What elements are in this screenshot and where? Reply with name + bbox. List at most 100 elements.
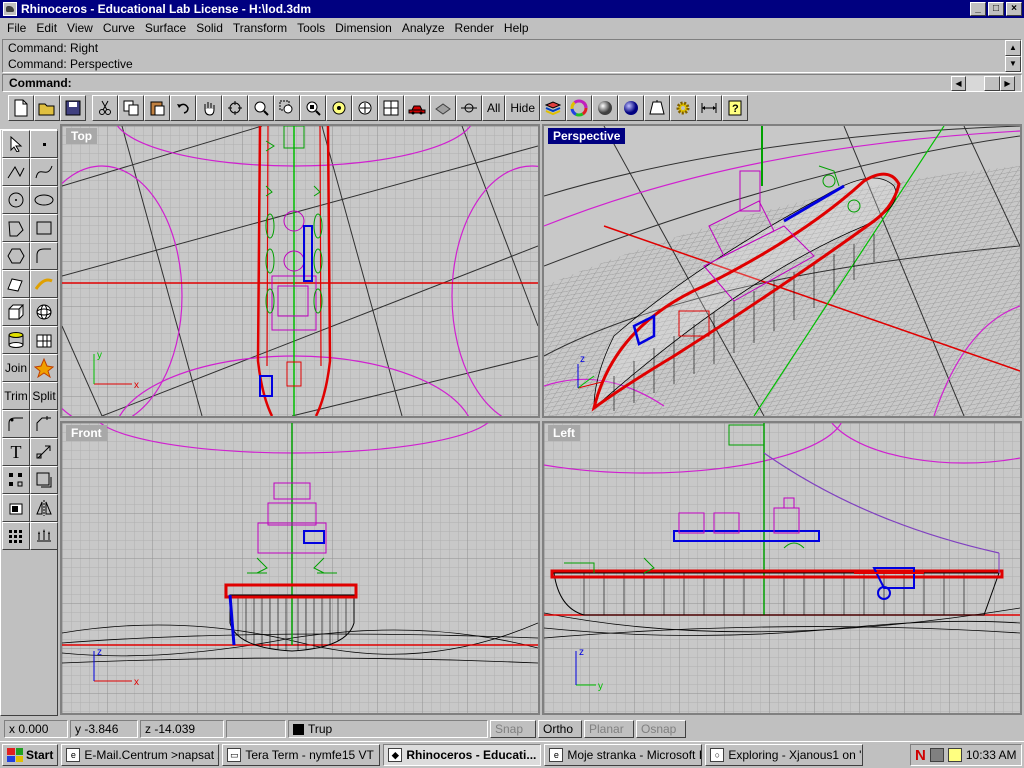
new-file-icon[interactable] — [8, 95, 34, 121]
dimension-icon[interactable] — [696, 95, 723, 121]
rotate-view-icon[interactable] — [222, 95, 248, 121]
join-button[interactable]: Join — [2, 354, 30, 382]
shade-icon[interactable] — [430, 95, 456, 121]
scroll-right-arrow-icon[interactable]: ▶ — [1000, 76, 1015, 91]
osnap-toggle[interactable]: Osnap — [636, 720, 686, 738]
viewport-title-perspective[interactable]: Perspective — [548, 128, 626, 144]
scroll-thumb[interactable] — [984, 76, 1000, 91]
menu-view[interactable]: View — [62, 21, 98, 35]
maximize-button[interactable]: □ — [988, 2, 1004, 16]
rectangle-icon[interactable] — [30, 214, 58, 242]
four-views-icon[interactable] — [378, 95, 404, 121]
surface-sweep-icon[interactable] — [30, 270, 58, 298]
task-rhinoceros[interactable]: ◆ Rhinoceros - Educati... — [383, 744, 542, 766]
current-layer[interactable]: Trup — [288, 720, 488, 738]
menu-analyze[interactable]: Analyze — [397, 21, 450, 35]
trim-button[interactable]: Trim — [2, 382, 30, 410]
hide-button[interactable]: Hide — [505, 95, 541, 121]
menu-surface[interactable]: Surface — [140, 21, 191, 35]
viewport-front-canvas[interactable]: x z — [62, 423, 538, 713]
viewport-title-front[interactable]: Front — [66, 425, 107, 441]
command-prompt-scrollbar[interactable]: ◀ ▶ — [951, 76, 1015, 91]
split-button[interactable]: Split — [30, 382, 58, 410]
zoom-extents-icon[interactable] — [300, 95, 326, 121]
text-tool-button[interactable]: T — [2, 438, 30, 466]
hexagon-icon[interactable] — [2, 242, 30, 270]
curve-icon[interactable] — [30, 158, 58, 186]
chamfer-icon[interactable] — [30, 410, 58, 438]
task-internet-explorer[interactable]: e Moje stranka - Microsoft In... — [544, 744, 703, 766]
viewport-left-canvas[interactable]: y z — [544, 423, 1020, 713]
cylinder-icon[interactable] — [2, 326, 30, 354]
scroll-left-arrow-icon[interactable]: ◀ — [951, 76, 966, 91]
menu-help[interactable]: Help — [499, 21, 534, 35]
mesh-icon[interactable] — [30, 326, 58, 354]
polygon-icon[interactable] — [2, 214, 30, 242]
snap-toggle[interactable]: Snap — [490, 720, 536, 738]
save-icon[interactable] — [60, 95, 86, 121]
scroll-track[interactable] — [966, 76, 984, 91]
explode-icon[interactable] — [30, 354, 58, 382]
array-icon[interactable] — [2, 466, 30, 494]
menu-tools[interactable]: Tools — [292, 21, 330, 35]
viewport-left[interactable]: Left y z — [542, 421, 1022, 715]
viewport-top[interactable]: Top x y — [60, 124, 540, 418]
sphere-blue-icon[interactable] — [618, 95, 645, 121]
select-arrow-icon[interactable] — [2, 130, 30, 158]
menu-transform[interactable]: Transform — [228, 21, 292, 35]
planar-toggle[interactable]: Planar — [584, 720, 634, 738]
viewport-top-canvas[interactable]: x y — [62, 126, 538, 416]
sphere-gray-icon[interactable] — [592, 95, 619, 121]
menu-solid[interactable]: Solid — [191, 21, 228, 35]
mirror-icon[interactable] — [30, 494, 58, 522]
viewport-perspective[interactable]: Perspective z — [542, 124, 1022, 418]
menu-edit[interactable]: Edit — [31, 21, 62, 35]
box-icon[interactable] — [2, 298, 30, 326]
task-explorer[interactable]: ○ Exploring - Xjanous1 on 'N... — [705, 744, 864, 766]
surface-icon[interactable] — [2, 270, 30, 298]
zoom-icon[interactable] — [248, 95, 274, 121]
rhino-app-icon[interactable] — [3, 2, 17, 16]
ellipse-icon[interactable] — [30, 186, 58, 214]
start-button[interactable]: Start — [2, 744, 59, 766]
offset-icon[interactable] — [30, 466, 58, 494]
ortho-toggle[interactable]: Ortho — [538, 720, 582, 738]
help-icon[interactable]: ? — [722, 95, 749, 121]
cut-icon[interactable] — [92, 95, 118, 121]
menu-curve[interactable]: Curve — [98, 21, 140, 35]
viewport-perspective-canvas[interactable]: z — [544, 126, 1020, 416]
layers-icon[interactable] — [540, 95, 567, 121]
open-file-icon[interactable] — [34, 95, 60, 121]
zoom-all-icon[interactable] — [352, 95, 378, 121]
clock[interactable]: 10:33 AM — [966, 748, 1017, 762]
circle-icon[interactable] — [2, 186, 30, 214]
arc-icon[interactable] — [30, 242, 58, 270]
options-gear-icon[interactable] — [670, 95, 697, 121]
viewport-title-left[interactable]: Left — [548, 425, 580, 441]
task-email[interactable]: e E-Mail.Centrum >napsat zp... — [61, 744, 220, 766]
menu-dimension[interactable]: Dimension — [330, 21, 397, 35]
menu-file[interactable]: File — [2, 21, 31, 35]
sphere-icon[interactable] — [30, 298, 58, 326]
undo-icon[interactable] — [170, 95, 196, 121]
scroll-down-arrow-icon[interactable]: ▼ — [1005, 56, 1021, 72]
render-car-icon[interactable] — [404, 95, 430, 121]
fillet-icon[interactable] — [2, 410, 30, 438]
pan-hand-icon[interactable] — [196, 95, 222, 121]
polyline-icon[interactable] — [2, 158, 30, 186]
command-prompt[interactable]: Command: ◀ ▶ — [2, 74, 1022, 92]
network-icon[interactable] — [929, 748, 944, 762]
viewport-front[interactable]: Front x z — [60, 421, 540, 715]
netscape-n-icon[interactable]: N — [915, 747, 926, 764]
menu-render[interactable]: Render — [450, 21, 499, 35]
copy-icon[interactable] — [118, 95, 144, 121]
minimize-button[interactable]: _ — [970, 2, 986, 16]
point-icon[interactable] — [30, 130, 58, 158]
paste-icon[interactable] — [144, 95, 170, 121]
light-icon[interactable] — [644, 95, 671, 121]
viewport-title-top[interactable]: Top — [66, 128, 98, 144]
rectangle-solid-icon[interactable] — [2, 494, 30, 522]
close-button[interactable]: × — [1006, 2, 1022, 16]
command-history-scrollbar[interactable]: ▲ ▼ — [1005, 40, 1021, 72]
scroll-up-arrow-icon[interactable]: ▲ — [1005, 40, 1021, 56]
